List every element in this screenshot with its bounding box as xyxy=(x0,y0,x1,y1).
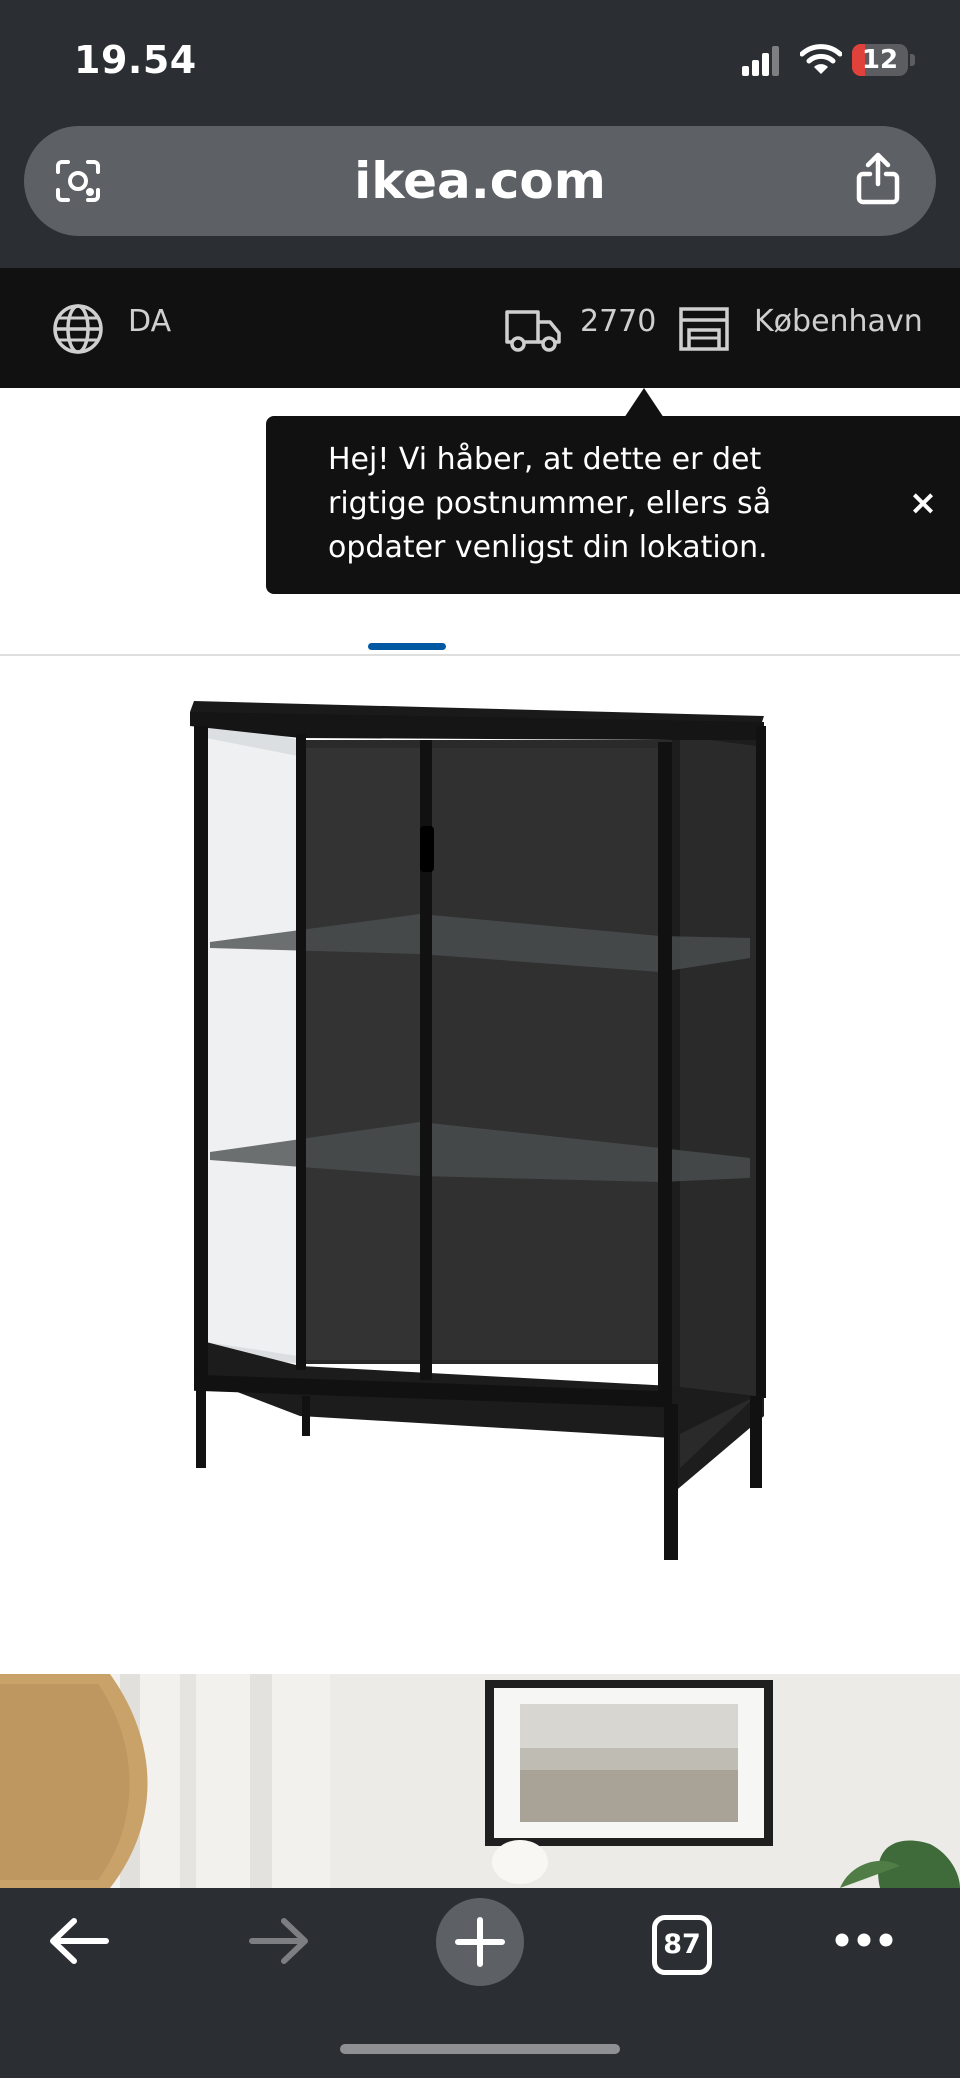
address-bar[interactable]: ikea.com xyxy=(24,126,936,236)
url-text: ikea.com xyxy=(354,152,606,210)
tooltip-arrow xyxy=(624,388,664,418)
glass-cabinet-illustration xyxy=(190,701,766,1560)
more-options-icon[interactable] xyxy=(834,1930,894,1950)
tabs-button[interactable]: 87 xyxy=(652,1915,712,1975)
battery-level: 12 xyxy=(861,45,899,75)
share-icon[interactable] xyxy=(856,152,900,206)
active-tab-indicator xyxy=(368,643,446,650)
back-icon[interactable] xyxy=(48,1918,110,1964)
store-icon[interactable] xyxy=(678,306,730,352)
wifi-icon xyxy=(800,44,842,74)
globe-icon[interactable] xyxy=(52,303,104,355)
home-indicator[interactable] xyxy=(340,2044,620,2054)
status-time: 19.54 xyxy=(74,38,197,82)
delivery-truck-icon[interactable] xyxy=(504,308,562,352)
forward-icon[interactable] xyxy=(248,1918,310,1964)
tooltip-close-button[interactable]: × xyxy=(898,478,948,528)
new-tab-button[interactable] xyxy=(436,1898,524,1986)
cellular-signal-icon xyxy=(742,46,779,76)
store-location[interactable]: København xyxy=(754,304,923,339)
postal-code[interactable]: 2770 xyxy=(580,304,656,339)
page-menu-icon[interactable] xyxy=(54,158,102,204)
tooltip-message: Hej! Vi håber, at dette er det rigtige p… xyxy=(328,442,772,565)
room-inspiration-image[interactable] xyxy=(0,1674,960,1888)
battery-icon: 12 xyxy=(852,44,908,76)
product-image[interactable] xyxy=(0,656,960,1616)
language-selector[interactable]: DA xyxy=(128,304,171,339)
postal-code-tooltip: Hej! Vi håber, at dette er det rigtige p… xyxy=(266,416,960,594)
room-scene-illustration xyxy=(0,1674,960,1888)
